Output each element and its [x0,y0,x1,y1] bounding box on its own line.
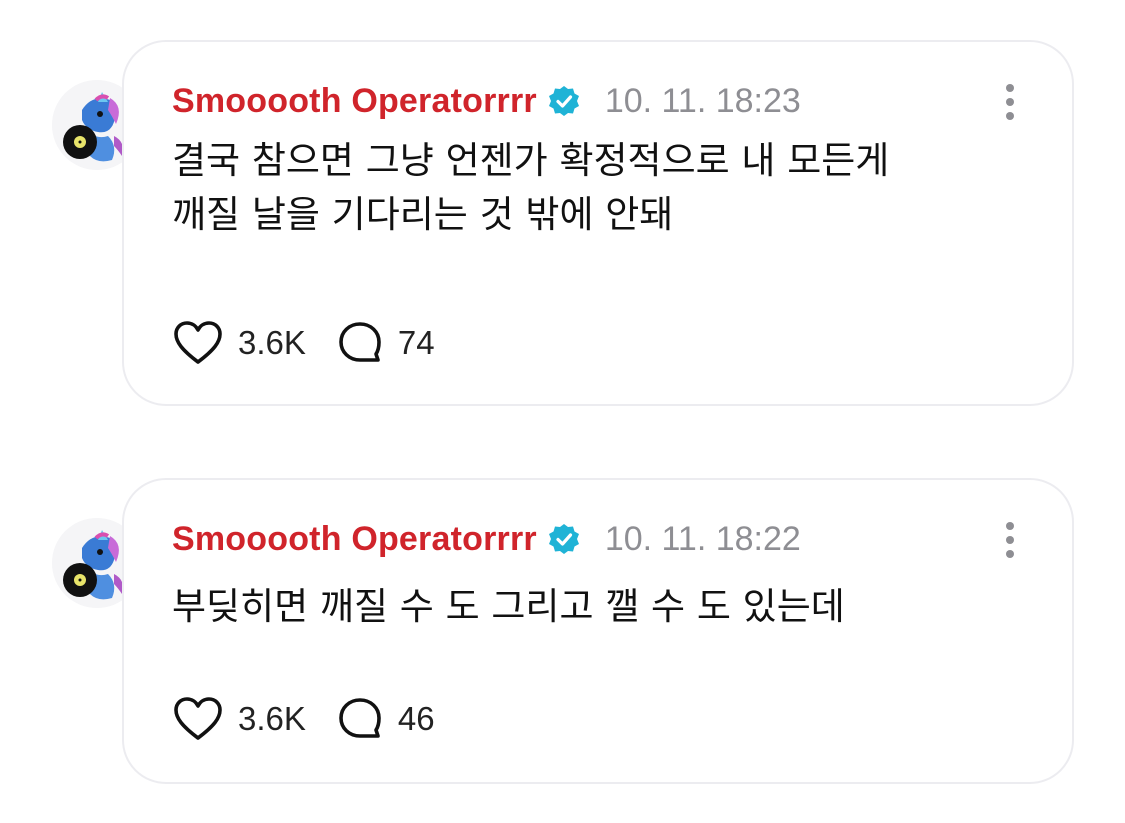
comment-button[interactable]: 74 [336,320,435,366]
post-header: Smooooth Operatorrrr 10. 11. 18:22 [172,514,801,564]
comment-button[interactable]: 46 [336,696,435,742]
timestamp: 10. 11. 18:22 [604,519,801,558]
more-options-button[interactable] [1000,82,1020,122]
post-text: 결국 참으면 그냥 언젠가 확정적으로 내 모든게 깨질 날을 기다리는 것 밖… [172,139,890,236]
verified-badge-icon [547,84,581,118]
comment-bubble-icon [339,322,381,362]
comment-count: 74 [397,324,435,361]
comment-count: 46 [397,700,435,737]
like-button[interactable]: 3.6K [172,320,306,366]
post-actions: 3.6K 74 [172,318,435,368]
like-button[interactable]: 3.6K [172,696,306,742]
post-card: Smooooth Operatorrrr 10. 11. 18:22 부딪히면 … [122,478,1074,784]
more-options-button[interactable] [1000,520,1020,560]
username[interactable]: Smooooth Operatorrrr [172,520,537,559]
heart-icon [174,321,222,364]
more-vertical-icon [1006,84,1014,120]
comment-bubble-icon [339,698,381,738]
timestamp: 10. 11. 18:23 [604,81,801,120]
like-count: 3.6K [238,700,306,737]
verified-badge-icon [547,522,581,556]
post-header: Smooooth Operatorrrr 10. 11. 18:23 [172,76,801,126]
username[interactable]: Smooooth Operatorrrr [172,82,537,121]
post-text: 부딪히면 깨질 수 도 그리고 깰 수 도 있는데 [172,585,845,628]
like-count: 3.6K [238,324,306,361]
more-vertical-icon [1006,522,1014,558]
post-card: Smooooth Operatorrrr 10. 11. 18:23 결국 참으… [122,40,1074,406]
heart-icon [174,697,222,740]
post-actions: 3.6K 46 [172,694,435,744]
